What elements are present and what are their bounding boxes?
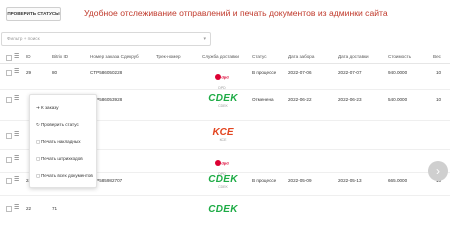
- promo-banner: Удобное отслеживание отправлений и печат…: [84, 8, 388, 18]
- row-menu-icon[interactable]: ☰: [14, 205, 20, 211]
- cell-cost: 940.0000: [388, 70, 408, 75]
- row-context-menu: ➜К заказу ↻Проверить статус ▢Печать накл…: [29, 94, 97, 188]
- check-statuses-button[interactable]: ПРОВЕРИТЬ СТАТУСЫ: [6, 7, 61, 21]
- menu-item-go-to-order[interactable]: ➜К заказу: [36, 105, 59, 111]
- column-header-bitrix-id[interactable]: Bitrix ID: [52, 54, 68, 59]
- column-header-cost[interactable]: Стоимость: [388, 54, 411, 59]
- row-checkbox[interactable]: [6, 133, 12, 139]
- menu-item-label: Проверить статус: [41, 122, 79, 127]
- search-input[interactable]: Фильтр + поиск ▾: [1, 32, 211, 46]
- cell-bitrix-id: 71: [52, 206, 58, 211]
- cdek-logo-text: CDEK: [208, 174, 238, 185]
- cell-id: 29: [26, 70, 32, 75]
- row-checkbox[interactable]: [6, 157, 12, 163]
- column-header-carrier[interactable]: Служба доставки: [202, 54, 239, 59]
- cell-pickup-date: 2022-07-06: [288, 70, 312, 75]
- cell-weight: 10: [436, 70, 442, 75]
- top-bar: ПРОВЕРИТЬ СТАТУСЫ Удобное отслеживание о…: [0, 0, 450, 26]
- search-placeholder: Фильтр + поиск: [7, 36, 40, 41]
- table-row[interactable]: ☰ 22 71 CDEK: [0, 196, 450, 222]
- carrier-name: CDEK: [218, 185, 228, 189]
- column-header-track[interactable]: Трек-номер: [156, 54, 181, 59]
- dpd-logo: dpd DPD: [210, 68, 234, 90]
- header-menu-icon: ☰: [14, 54, 20, 60]
- cdek-logo: CDEK CDEK: [205, 93, 241, 108]
- row-checkbox[interactable]: [6, 97, 12, 103]
- menu-item-check-status[interactable]: ↻Проверить статус: [36, 122, 79, 128]
- cell-cost: 540.0000: [388, 97, 408, 102]
- row-checkbox[interactable]: [6, 206, 12, 212]
- select-all-checkbox[interactable]: [6, 55, 12, 61]
- cell-status: Отменена: [252, 97, 274, 102]
- cdek-logo-text: CDEK: [208, 93, 238, 104]
- cdek-logo: CDEK: [205, 204, 241, 215]
- cell-delivery-date: 2022-06-23: [338, 97, 362, 102]
- carrier-name: КСЕ: [219, 138, 227, 142]
- menu-item-label: Печать штрихкодов: [41, 156, 83, 161]
- next-arrow-button[interactable]: ›: [428, 161, 448, 181]
- kce-logo: KCE КСЕ: [205, 127, 241, 142]
- dpd-logo-text: dpd: [221, 160, 229, 166]
- column-header-id[interactable]: ID: [26, 54, 31, 59]
- menu-item-label: Печать всех документов: [41, 173, 93, 178]
- cell-weight: 10: [436, 97, 442, 102]
- row-menu-icon[interactable]: ☰: [14, 132, 20, 138]
- column-header-delivery-date[interactable]: Дата доставки: [338, 54, 369, 59]
- column-header-pickup-date[interactable]: Дата забора: [288, 54, 314, 59]
- column-header-status[interactable]: Статус: [252, 54, 267, 59]
- chevron-right-icon: ›: [436, 164, 440, 178]
- cell-cost: 665.0000: [388, 178, 408, 183]
- menu-item-print-all[interactable]: ▢Печать всех документов: [36, 173, 93, 179]
- cell-pickup-date: 2022-06-22: [288, 97, 312, 102]
- table-row[interactable]: ☰ 29 80 CTP586050228 dpd DPD В процессе …: [0, 64, 450, 90]
- cdek-logo: CDEK CDEK: [205, 174, 241, 189]
- row-menu-icon[interactable]: ☰: [14, 156, 20, 162]
- chevron-down-icon[interactable]: ▾: [203, 36, 206, 42]
- table-header: ☰ ID Bitrix ID Номер заказа Сдекруб Трек…: [0, 52, 450, 64]
- cell-pickup-date: 2022-05-09: [288, 178, 312, 183]
- kce-logo-text: KCE: [212, 127, 234, 138]
- cell-bitrix-id: 80: [52, 70, 58, 75]
- column-header-order[interactable]: Номер заказа Сдекруб: [90, 54, 139, 59]
- cell-status: В процессе: [252, 178, 277, 183]
- cell-id: 22: [26, 206, 32, 211]
- cell-delivery-date: 2022-07-07: [338, 70, 362, 75]
- menu-item-print-barcodes[interactable]: ▢Печать штрихкодов: [36, 156, 83, 162]
- cell-status: В процессе: [252, 70, 277, 75]
- column-header-weight[interactable]: Вес: [433, 54, 441, 59]
- cell-order[interactable]: CTP586050228: [90, 70, 122, 75]
- menu-item-label: Печать накладных: [41, 139, 81, 144]
- row-menu-icon[interactable]: ☰: [14, 96, 20, 102]
- row-menu-icon[interactable]: ☰: [14, 177, 20, 183]
- menu-item-print-waybills[interactable]: ▢Печать накладных: [36, 139, 81, 145]
- cdek-logo-text: CDEK: [208, 204, 238, 215]
- menu-item-label: К заказу: [41, 105, 59, 110]
- carrier-name: CDEK: [218, 104, 228, 108]
- dpd-logo-text: dpd: [221, 74, 229, 80]
- row-checkbox[interactable]: [6, 178, 12, 184]
- row-menu-icon[interactable]: ☰: [14, 69, 20, 75]
- cell-delivery-date: 2022-05-13: [338, 178, 362, 183]
- row-checkbox[interactable]: [6, 70, 12, 76]
